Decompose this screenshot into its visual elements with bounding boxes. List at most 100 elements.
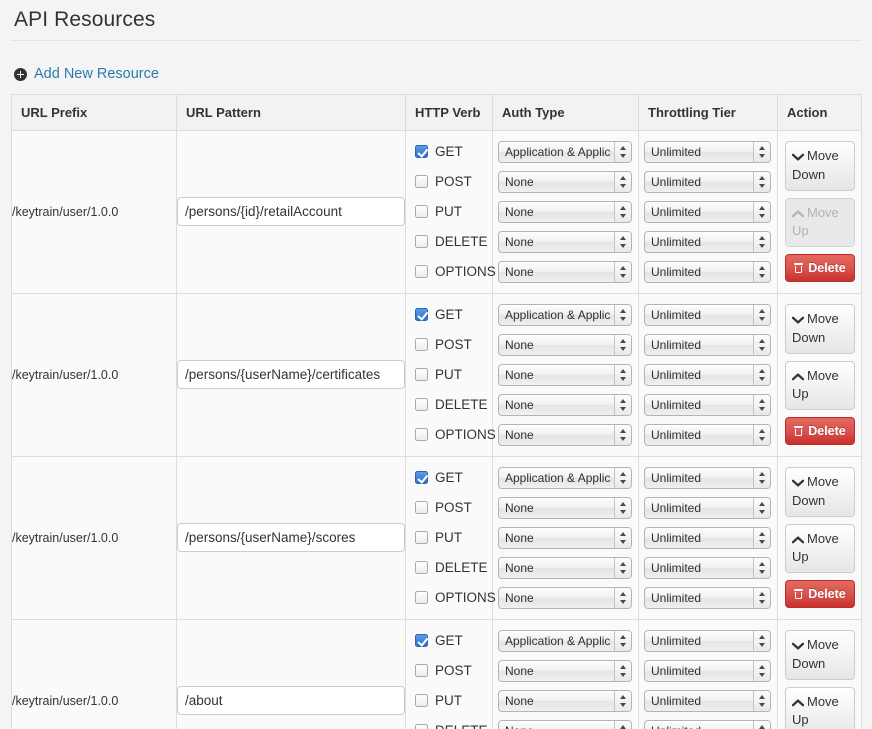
throttling-tier-select-options-value: Unlimited <box>651 264 702 279</box>
verb-checkbox-delete[interactable] <box>415 398 428 412</box>
throttling-tier-select-post[interactable]: Unlimited <box>644 659 771 682</box>
verb-checkbox-delete[interactable] <box>415 235 428 249</box>
throttling-tier-select-delete[interactable]: Unlimited <box>644 393 771 416</box>
verb-item-post[interactable]: POST <box>406 493 492 523</box>
verb-item-put[interactable]: PUT <box>406 686 492 716</box>
move-up-button[interactable]: Move Up <box>785 686 855 729</box>
verb-checkbox-get[interactable] <box>415 308 428 322</box>
move-up-button[interactable]: Move Up <box>785 360 855 411</box>
throttling-tier-select-put-wrap: Unlimited <box>639 197 777 227</box>
verb-item-put[interactable]: PUT <box>406 523 492 553</box>
verb-checkbox-options[interactable] <box>415 591 428 605</box>
auth-type-select-options[interactable]: None <box>498 260 632 283</box>
auth-type-select-put[interactable]: None <box>498 363 632 386</box>
throttling-tier-select-put[interactable]: Unlimited <box>644 363 771 386</box>
throttling-tier-select-put[interactable]: Unlimited <box>644 526 771 549</box>
verb-item-post[interactable]: POST <box>406 167 492 197</box>
move-down-button[interactable]: Move Down <box>785 140 855 191</box>
throttling-tier-select-get[interactable]: Unlimited <box>644 303 771 326</box>
verb-item-options[interactable]: OPTIONS <box>406 583 496 613</box>
verb-item-options[interactable]: OPTIONS <box>406 257 496 287</box>
throttling-tier-select-delete[interactable]: Unlimited <box>644 230 771 253</box>
auth-type-select-get[interactable]: Application & Applic <box>498 629 632 652</box>
verb-checkbox-delete[interactable] <box>415 724 428 729</box>
delete-button[interactable]: Delete <box>785 254 855 283</box>
verb-checkbox-options[interactable] <box>415 265 428 279</box>
throttling-tier-select-options[interactable]: Unlimited <box>644 586 771 609</box>
throttling-tier-select-get[interactable]: Unlimited <box>644 629 771 652</box>
throttling-tier-select-options[interactable]: Unlimited <box>644 423 771 446</box>
auth-type-select-put[interactable]: None <box>498 689 632 712</box>
verb-checkbox-put[interactable] <box>415 531 428 545</box>
auth-type-select-post[interactable]: None <box>498 659 632 682</box>
move-down-button[interactable]: Move Down <box>785 629 855 680</box>
verb-checkbox-post[interactable] <box>415 175 428 189</box>
auth-type-select-delete[interactable]: None <box>498 719 632 729</box>
delete-button[interactable]: Delete <box>785 580 855 609</box>
auth-type-select-delete[interactable]: None <box>498 393 632 416</box>
move-down-button[interactable]: Move Down <box>785 466 855 517</box>
verb-checkbox-get[interactable] <box>415 634 428 648</box>
auth-type-select-get[interactable]: Application & Applic <box>498 303 632 326</box>
add-new-resource-link[interactable]: Add New Resource <box>34 67 159 82</box>
throttling-tier-select-post[interactable]: Unlimited <box>644 170 771 193</box>
auth-type-select-delete[interactable]: None <box>498 556 632 579</box>
auth-type-select-post[interactable]: None <box>498 333 632 356</box>
verb-item-delete[interactable]: DELETE <box>406 553 492 583</box>
verb-checkbox-options[interactable] <box>415 428 428 442</box>
url-pattern-input[interactable] <box>177 360 405 390</box>
auth-type-select-get[interactable]: Application & Applic <box>498 140 632 163</box>
verb-item-delete[interactable]: DELETE <box>406 716 492 729</box>
auth-type-select-put[interactable]: None <box>498 200 632 223</box>
auth-type-select-put[interactable]: None <box>498 526 632 549</box>
move-up-button[interactable]: Move Up <box>785 523 855 574</box>
verb-item-get[interactable]: GET <box>406 463 492 493</box>
verb-item-post[interactable]: POST <box>406 656 492 686</box>
verb-checkbox-delete[interactable] <box>415 561 428 575</box>
auth-type-select-put-wrap: None <box>493 686 638 716</box>
delete-button[interactable]: Delete <box>785 417 855 446</box>
verb-item-options[interactable]: OPTIONS <box>406 420 496 450</box>
verb-item-put[interactable]: PUT <box>406 197 492 227</box>
verb-item-post[interactable]: POST <box>406 330 492 360</box>
verb-checkbox-get[interactable] <box>415 471 428 485</box>
auth-type-select-post-value: None <box>505 500 534 515</box>
updown-arrows-icon <box>753 497 770 518</box>
auth-type-select-options[interactable]: None <box>498 423 632 446</box>
url-pattern-input[interactable] <box>177 197 405 227</box>
throttling-tier-select-put[interactable]: Unlimited <box>644 689 771 712</box>
verb-checkbox-get[interactable] <box>415 145 428 159</box>
throttling-tier-select-get[interactable]: Unlimited <box>644 466 771 489</box>
updown-arrows-icon <box>614 587 631 608</box>
verb-label: POST <box>435 174 472 190</box>
verb-item-delete[interactable]: DELETE <box>406 390 492 420</box>
throttling-tier-select-options[interactable]: Unlimited <box>644 260 771 283</box>
move-down-button[interactable]: Move Down <box>785 303 855 354</box>
auth-type-select-get[interactable]: Application & Applic <box>498 466 632 489</box>
auth-type-select-post[interactable]: None <box>498 496 632 519</box>
throttling-tier-select-post[interactable]: Unlimited <box>644 333 771 356</box>
verb-item-get[interactable]: GET <box>406 300 492 330</box>
throttling-tier-select-get-wrap: Unlimited <box>639 300 777 330</box>
verb-item-delete[interactable]: DELETE <box>406 227 492 257</box>
verb-checkbox-post[interactable] <box>415 338 428 352</box>
throttling-tier-select-post[interactable]: Unlimited <box>644 496 771 519</box>
verb-checkbox-post[interactable] <box>415 501 428 515</box>
verb-checkbox-put[interactable] <box>415 205 428 219</box>
url-pattern-input[interactable] <box>177 686 405 716</box>
verb-item-get[interactable]: GET <box>406 137 492 167</box>
verb-checkbox-put[interactable] <box>415 694 428 708</box>
verb-item-get[interactable]: GET <box>406 626 492 656</box>
url-pattern-input[interactable] <box>177 523 405 553</box>
verb-checkbox-put[interactable] <box>415 368 428 382</box>
throttling-tier-select-delete[interactable]: Unlimited <box>644 556 771 579</box>
auth-type-select-delete[interactable]: None <box>498 230 632 253</box>
updown-arrows-icon <box>753 587 770 608</box>
throttling-tier-select-delete[interactable]: Unlimited <box>644 719 771 729</box>
auth-type-select-options[interactable]: None <box>498 586 632 609</box>
verb-checkbox-post[interactable] <box>415 664 428 678</box>
verb-item-put[interactable]: PUT <box>406 360 492 390</box>
throttling-tier-select-put[interactable]: Unlimited <box>644 200 771 223</box>
auth-type-select-post[interactable]: None <box>498 170 632 193</box>
throttling-tier-select-get[interactable]: Unlimited <box>644 140 771 163</box>
